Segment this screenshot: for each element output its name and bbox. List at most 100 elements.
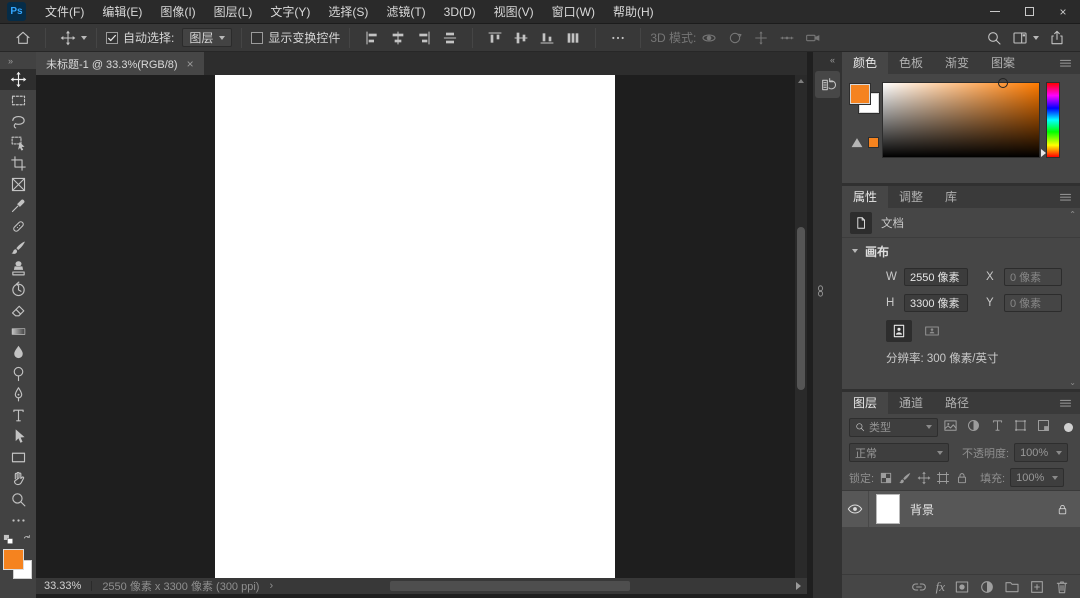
tool-rectangle[interactable] [0,447,36,468]
gamut-warning-icon[interactable] [850,136,864,149]
lock-all-icon[interactable] [955,471,969,485]
menu-file[interactable]: 文件(F) [36,0,93,24]
layer-visibility-toggle[interactable] [842,491,869,527]
menu-select[interactable]: 选择(S) [319,0,377,24]
menu-edit[interactable]: 编辑(E) [93,0,151,24]
menu-help[interactable]: 帮助(H) [604,0,663,24]
layer-list-empty-area[interactable] [842,527,1080,574]
section-collapse-icon[interactable] [852,249,858,253]
tab-layers[interactable]: 图层 [842,392,889,414]
auto-select-checkbox[interactable] [106,31,118,44]
panel-scroll-down-icon[interactable]: ⌄ [1069,378,1076,387]
tool-move[interactable] [0,69,36,90]
tab-gradients[interactable]: 渐变 [934,52,980,74]
horizontal-scrollbar-thumb[interactable] [390,581,630,591]
panel-menu-icon[interactable] [1058,396,1073,411]
lock-artboard-icon[interactable] [936,471,950,485]
layer-row-background[interactable]: 背景 [842,491,1080,527]
align-left-edges-icon[interactable] [364,30,380,46]
scroll-up-icon[interactable] [798,79,804,83]
align-vertical-centers-icon[interactable] [513,30,529,46]
filter-shape-layers-button[interactable] [1013,418,1031,437]
filter-smart-object-button[interactable] [1036,418,1054,437]
3d-slide-icon[interactable] [779,30,795,46]
edit-toolbar-button[interactable] [0,510,36,531]
3d-camera-icon[interactable] [805,30,821,46]
tool-object-selection[interactable] [0,132,36,153]
tool-crop[interactable] [0,153,36,174]
menu-window[interactable]: 窗口(W) [543,0,604,24]
tool-frame[interactable] [0,174,36,195]
workspace-switcher-icon[interactable] [1012,30,1028,46]
tool-history-brush[interactable] [0,279,36,300]
align-bottom-edges-icon[interactable] [539,30,555,46]
minimize-button[interactable] [978,0,1012,24]
show-transform-checkbox[interactable] [251,31,264,44]
more-options-icon[interactable] [610,30,626,46]
tool-lasso[interactable] [0,111,36,132]
status-expand-icon[interactable]: › [269,580,273,592]
foreground-color-swatch[interactable] [3,549,24,570]
tool-type[interactable] [0,405,36,426]
3d-orbit-icon[interactable] [701,30,717,46]
new-adjustment-layer-icon[interactable] [979,579,995,595]
panel-menu-icon[interactable] [1058,190,1073,205]
tool-eyedropper[interactable] [0,195,36,216]
align-horizontal-centers-icon[interactable] [390,30,406,46]
tool-eraser[interactable] [0,300,36,321]
document-tab[interactable]: 未标题-1 @ 33.3%(RGB/8) × [36,52,204,75]
dock-collapse[interactable]: « [813,52,842,67]
tool-path-selection[interactable] [0,426,36,447]
toolbar-collapse[interactable]: » [0,52,36,69]
height-field[interactable]: 3300 像素 [904,294,968,312]
chevron-down-icon[interactable] [81,35,87,40]
link-layers-icon[interactable] [911,579,927,595]
3d-pan-icon[interactable] [753,30,769,46]
swap-colors-icon[interactable] [22,534,33,545]
menu-view[interactable]: 视图(V) [485,0,543,24]
align-right-edges-icon[interactable] [416,30,432,46]
x-field[interactable]: 0 像素 [1004,268,1062,286]
tool-spot-healing[interactable] [0,216,36,237]
new-layer-icon[interactable] [1029,579,1045,595]
add-mask-icon[interactable] [954,579,970,595]
foreground-background-swatches[interactable] [0,547,36,587]
blend-mode-dropdown[interactable]: 正常 [849,443,949,462]
panel-scroll-up-icon[interactable]: ⌃ [1069,210,1076,219]
vertical-scrollbar[interactable] [795,75,807,578]
tool-brush[interactable] [0,237,36,258]
tab-paths[interactable]: 路径 [934,392,980,414]
y-field[interactable]: 0 像素 [1004,294,1062,312]
close-button[interactable]: × [1046,0,1080,24]
color-field-marker[interactable] [998,78,1009,88]
tab-channels[interactable]: 通道 [888,392,934,414]
tool-rectangular-marquee[interactable] [0,90,36,111]
distribute-horizontal-icon[interactable] [565,30,581,46]
tool-dodge[interactable] [0,363,36,384]
maximize-button[interactable] [1012,0,1046,24]
tool-gradient[interactable] [0,321,36,342]
filter-type-layers-button[interactable] [990,418,1008,437]
move-tool-preset-icon[interactable] [60,30,76,46]
tab-swatches[interactable]: 色板 [888,52,934,74]
lock-pixels-icon[interactable] [898,471,912,485]
share-icon[interactable] [1049,30,1065,46]
hue-slider[interactable] [1041,82,1060,158]
landscape-orientation-button[interactable] [919,320,945,342]
search-icon[interactable] [986,30,1002,46]
fill-field[interactable]: 100% [1010,468,1065,487]
zoom-level[interactable]: 33.33% [44,580,81,592]
history-panel-button[interactable] [815,71,840,98]
canvas-viewport[interactable] [36,75,795,578]
new-group-icon[interactable] [1004,579,1020,595]
chevron-down-icon[interactable] [1033,35,1039,40]
layer-filter-dropdown[interactable]: 类型 [849,417,938,437]
tab-adjustments[interactable]: 调整 [888,186,934,208]
saturation-brightness-field[interactable] [882,78,1040,158]
tool-hand[interactable] [0,468,36,489]
tab-close-icon[interactable]: × [187,57,194,71]
auto-select-target-dropdown[interactable]: 图层 [182,28,233,47]
tool-pen[interactable] [0,384,36,405]
menu-filter[interactable]: 滤镜(T) [377,0,434,24]
menu-image[interactable]: 图像(I) [151,0,204,24]
